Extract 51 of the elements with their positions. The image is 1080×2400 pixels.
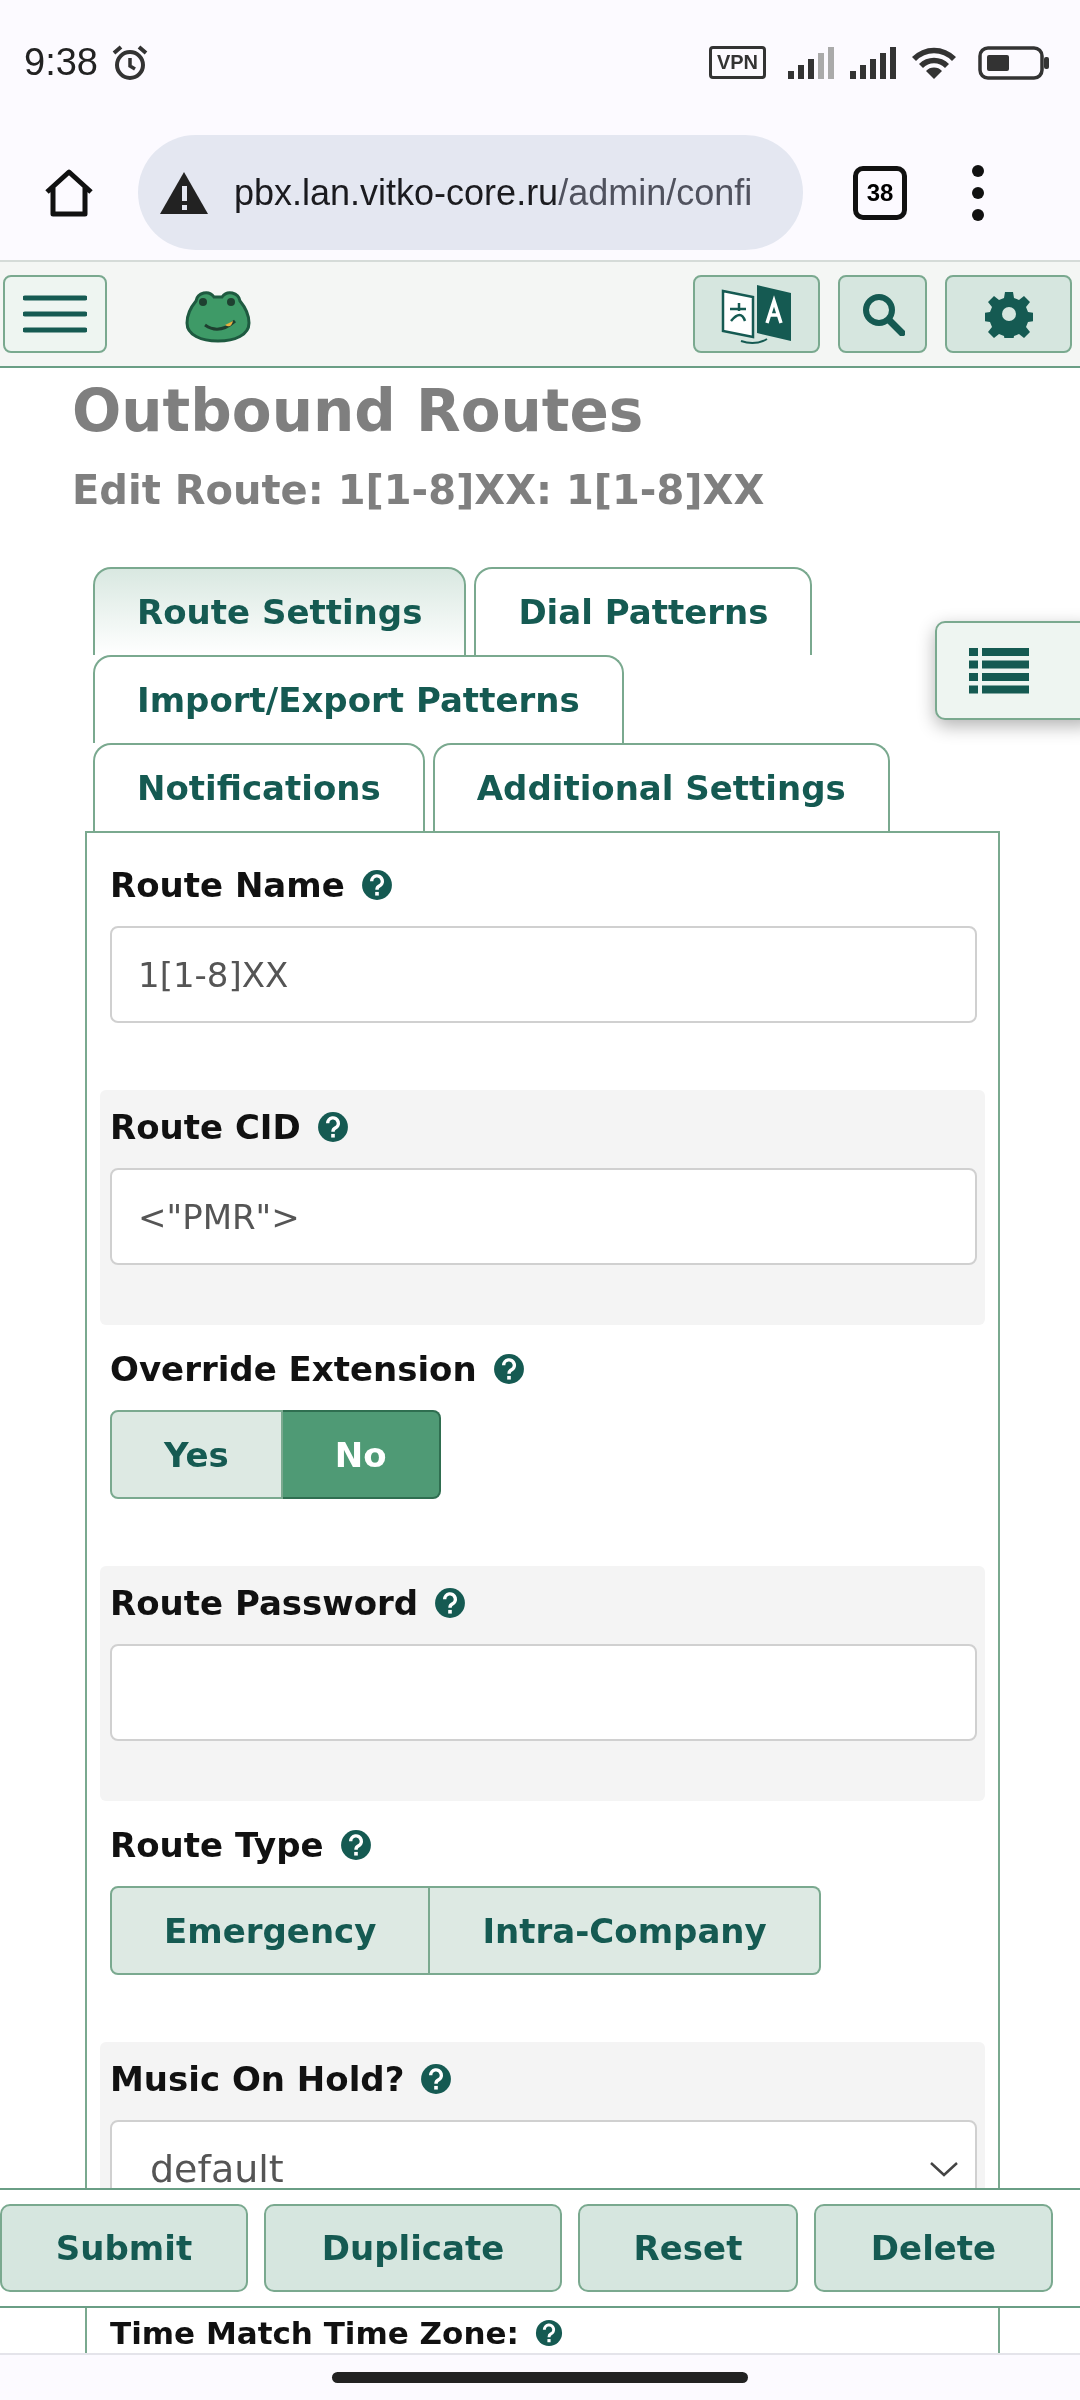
translate-button[interactable] <box>693 275 820 353</box>
text-field[interactable] <box>110 1644 977 1741</box>
menu-icon <box>23 294 87 334</box>
more-icon[interactable] <box>971 162 985 223</box>
action-button[interactable]: Reset <box>578 2204 798 2292</box>
action-button[interactable]: Duplicate <box>264 2204 562 2292</box>
tab[interactable]: Route Settings <box>93 567 467 655</box>
help-icon[interactable] <box>316 1111 349 1143</box>
text-field[interactable]: 1[1-8]XX <box>110 926 977 1023</box>
chevron-down-icon <box>929 2160 959 2177</box>
toggle-option[interactable]: Emergency <box>110 1886 431 1975</box>
field-label: Route Name <box>110 865 345 905</box>
action-button[interactable]: Delete <box>814 2204 1053 2292</box>
tab[interactable]: Import/Export Patterns <box>93 655 624 743</box>
tab[interactable]: Additional Settings <box>432 743 890 831</box>
toggle-option[interactable]: Yes <box>110 1410 283 1499</box>
battery-icon <box>978 45 1050 80</box>
clock-time: 9:38 <box>24 41 98 84</box>
settings-icon <box>984 290 1033 338</box>
field-label: Override Extension <box>110 1349 477 1389</box>
signal-icon <box>848 46 898 79</box>
tab[interactable]: Dial Patterns <box>474 567 813 655</box>
tab[interactable]: Notifications <box>93 743 425 831</box>
tab-count-button[interactable]: 38 <box>853 165 907 220</box>
help-icon[interactable] <box>339 1829 372 1861</box>
toggle-option[interactable]: Intra-Company <box>430 1886 821 1975</box>
search-icon <box>860 292 905 336</box>
page-subtitle: Edit Route: 1[1-8]XX: 1[1-8]XX <box>71 466 766 515</box>
settings-button[interactable] <box>945 275 1072 353</box>
address-bar[interactable]: pbx.lan.vitko-core.ru/admin/confi <box>138 135 803 250</box>
help-icon[interactable] <box>360 869 393 901</box>
field-label: Time Match Time Zone: <box>110 2315 519 2351</box>
page-title: Outbound Routes <box>71 376 645 447</box>
url-text: pbx.lan.vitko-core.ru/admin/confi <box>234 171 753 214</box>
field-label: Route Password <box>110 1583 419 1623</box>
field-label: Music On Hold? <box>110 2059 405 2099</box>
help-icon[interactable] <box>492 1353 525 1385</box>
help-icon[interactable] <box>534 2319 563 2347</box>
text-field[interactable]: <"PMR"> <box>110 1168 977 1265</box>
list-button[interactable] <box>935 621 1080 720</box>
vpn-badge: VPN <box>708 46 766 79</box>
select-field[interactable]: default <box>110 2120 977 2188</box>
action-button[interactable]: Submit <box>0 2204 248 2292</box>
field-label: Route CID <box>110 1107 301 1147</box>
signal-icon <box>786 46 836 79</box>
menu-button[interactable] <box>3 275 107 353</box>
field-label: Route Type <box>110 1825 324 1865</box>
search-button[interactable] <box>838 275 927 353</box>
help-icon[interactable] <box>420 2063 453 2095</box>
list-icon <box>969 647 1029 694</box>
help-icon[interactable] <box>434 1587 467 1619</box>
